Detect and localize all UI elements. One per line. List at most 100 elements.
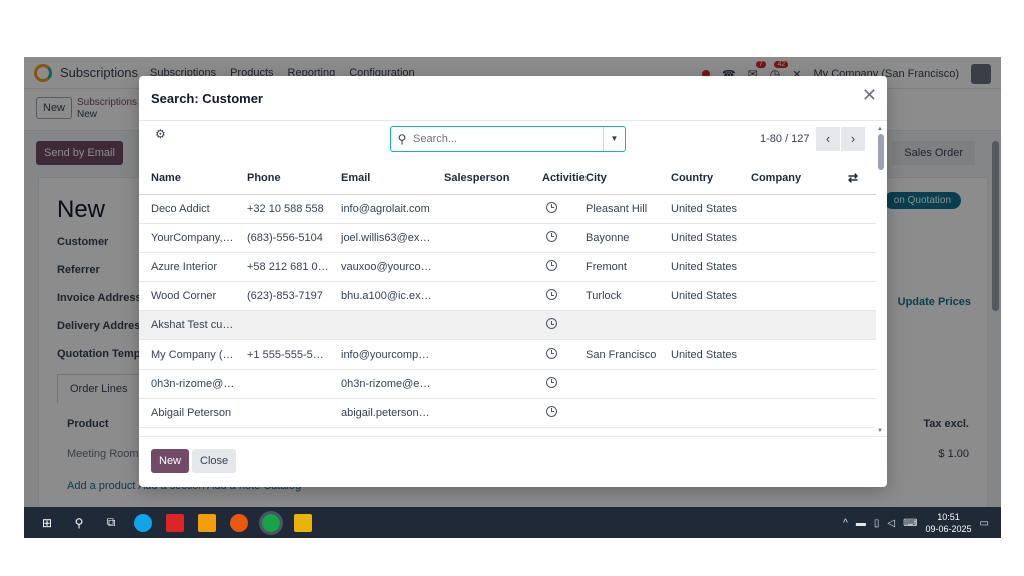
scroll-down-icon[interactable]: ▼ [877, 428, 883, 434]
volume-icon[interactable]: ◁ [887, 518, 895, 529]
scrollbar-thumb[interactable] [878, 134, 884, 170]
cell-country: United States [659, 194, 739, 224]
cell-company [739, 310, 836, 341]
table-row[interactable]: YourCompany, J... (683)-556-5104 joel.will… [139, 223, 876, 253]
keyboard-icon[interactable]: ⌨ [903, 518, 917, 529]
table-row[interactable]: Akshat Test cust... [139, 310, 876, 341]
optional-columns-icon[interactable]: ⇄ [836, 163, 876, 195]
cell-spacer [836, 310, 876, 341]
clock-icon[interactable] [546, 405, 557, 417]
cell-phone: +58 212 681 0538 [235, 252, 329, 283]
new-customer-button[interactable]: New [151, 449, 190, 473]
cell-city [586, 398, 659, 429]
scroll-up-icon[interactable]: ▲ [877, 126, 883, 132]
cell-activities [534, 369, 586, 399]
cell-phone [235, 310, 329, 341]
search-options-toggle[interactable]: ▼ [603, 127, 625, 151]
battery-icon[interactable]: ▯ [874, 518, 880, 529]
chevron-up-icon[interactable]: ^ [843, 518, 848, 529]
cell-email: bhu.a100@ic.exa... [329, 281, 432, 312]
cell-activities [534, 223, 586, 253]
windows-start-icon[interactable]: ⊞ [38, 514, 56, 532]
notification-icon[interactable]: ▭ [980, 518, 989, 529]
column-company[interactable]: Company [739, 163, 836, 195]
table-row[interactable]: My Company (Sa...+1 555-555-5556info@you… [139, 339, 876, 370]
search-icon[interactable]: ⚲ [70, 514, 88, 532]
office-app-icon[interactable] [230, 513, 248, 532]
cell-activities [534, 252, 586, 283]
cell-company [739, 339, 836, 370]
column-salesperson[interactable]: Salesperson [432, 163, 534, 195]
pager-value[interactable]: 1-80 / 127 [760, 133, 810, 145]
search-customer-dialog: Search: Customer ✕ ⚙ ⚲ ▼ 1-80 / 127 ‹ › … [139, 76, 887, 487]
table-row[interactable]: Deco Addict +32 10 588 558 info@agrolait.c… [139, 194, 876, 224]
clock-icon[interactable] [546, 318, 557, 330]
clock-date: 09-06-2025 [925, 524, 972, 534]
cell-spacer [836, 281, 876, 312]
cell-name: Azure Interior [139, 252, 235, 283]
clock-icon[interactable] [546, 376, 557, 388]
gear-icon[interactable]: ⚙ [155, 127, 166, 141]
cell-email: info@agrolait.com [329, 194, 432, 224]
cell-name: Akshat Test cust... [139, 310, 235, 341]
cell-activities [534, 398, 586, 429]
search-icon: ⚲ [397, 132, 407, 146]
chrome-browser-icon[interactable] [259, 510, 283, 535]
column-activities[interactable]: Activities [534, 163, 586, 195]
taskbar: ⊞ ⚲ ⧉ ^ ▬ ▯ ◁ ⌨ 10:51 09-06-2025 ▭ [24, 507, 1001, 538]
dialog-title: Search: Customer [151, 91, 263, 106]
chart-app-icon[interactable] [198, 513, 216, 532]
column-name[interactable]: Name [139, 163, 235, 195]
cell-city [586, 310, 659, 341]
cell-country: United States [659, 223, 739, 253]
clock[interactable]: 10:51 09-06-2025 [926, 511, 972, 535]
cell-city: Turlock [586, 281, 659, 312]
cell-spacer [836, 339, 876, 370]
table-row[interactable]: Azure Interior +58 212 681 0538 vauxoo@you… [139, 252, 876, 283]
cell-city: Pleasant Hill [586, 194, 659, 224]
cell-spacer [836, 223, 876, 253]
cell-activities [534, 339, 586, 370]
close-button[interactable]: Close [192, 449, 237, 473]
file-explorer-icon[interactable] [294, 513, 312, 532]
clock-icon[interactable] [546, 201, 557, 213]
network-icon[interactable]: ▬ [856, 518, 866, 529]
cell-phone: +32 10 588 558 [235, 194, 329, 224]
cell-email: abigail.peterson39... [329, 398, 432, 429]
cell-email [329, 310, 432, 341]
cell-country [659, 369, 739, 399]
cell-country [659, 398, 739, 429]
pager-previous-icon[interactable]: ‹ [816, 127, 840, 151]
cell-spacer [836, 194, 876, 224]
cell-name: 0h3n-rizome@e... [139, 369, 235, 399]
cell-spacer [836, 369, 876, 399]
table-row[interactable]: Wood Corner (623)-853-7197 bhu.a100@ic.exa… [139, 281, 876, 312]
table-header-row: Name Phone Email Salesperson Activities … [139, 163, 876, 195]
cell-activities [534, 281, 586, 312]
clock-icon[interactable] [546, 289, 557, 301]
search-bar: ⚲ ▼ [390, 126, 626, 152]
close-icon[interactable]: ✕ [862, 86, 877, 104]
search-input[interactable] [413, 128, 603, 150]
clock-icon[interactable] [546, 259, 557, 271]
cell-name: Abigail Peterson [139, 398, 235, 429]
table-row[interactable]: 0h3n-rizome@e... 0h3n-rizome@exa... [139, 369, 876, 399]
dialog-scrollbar[interactable]: ▲ ▼ [877, 126, 885, 434]
cell-company [739, 252, 836, 283]
column-country[interactable]: Country [659, 163, 739, 195]
clock-icon[interactable] [546, 347, 557, 359]
cell-salesperson [432, 281, 534, 312]
pdf-reader-icon[interactable] [166, 513, 184, 532]
column-phone[interactable]: Phone [235, 163, 329, 195]
pager-next-icon[interactable]: › [841, 127, 865, 151]
clock-icon[interactable] [546, 230, 557, 242]
table-row[interactable]: Abigail Peterson abigail.peterson39... [139, 398, 876, 429]
cell-salesperson [432, 310, 534, 341]
edge-browser-icon[interactable] [134, 513, 152, 532]
task-view-icon[interactable]: ⧉ [102, 514, 120, 532]
cell-company [739, 369, 836, 399]
column-city[interactable]: City [586, 163, 659, 195]
dialog-footer: New Close [139, 436, 887, 487]
cell-name: My Company (Sa... [139, 339, 235, 370]
column-email[interactable]: Email [329, 163, 432, 195]
